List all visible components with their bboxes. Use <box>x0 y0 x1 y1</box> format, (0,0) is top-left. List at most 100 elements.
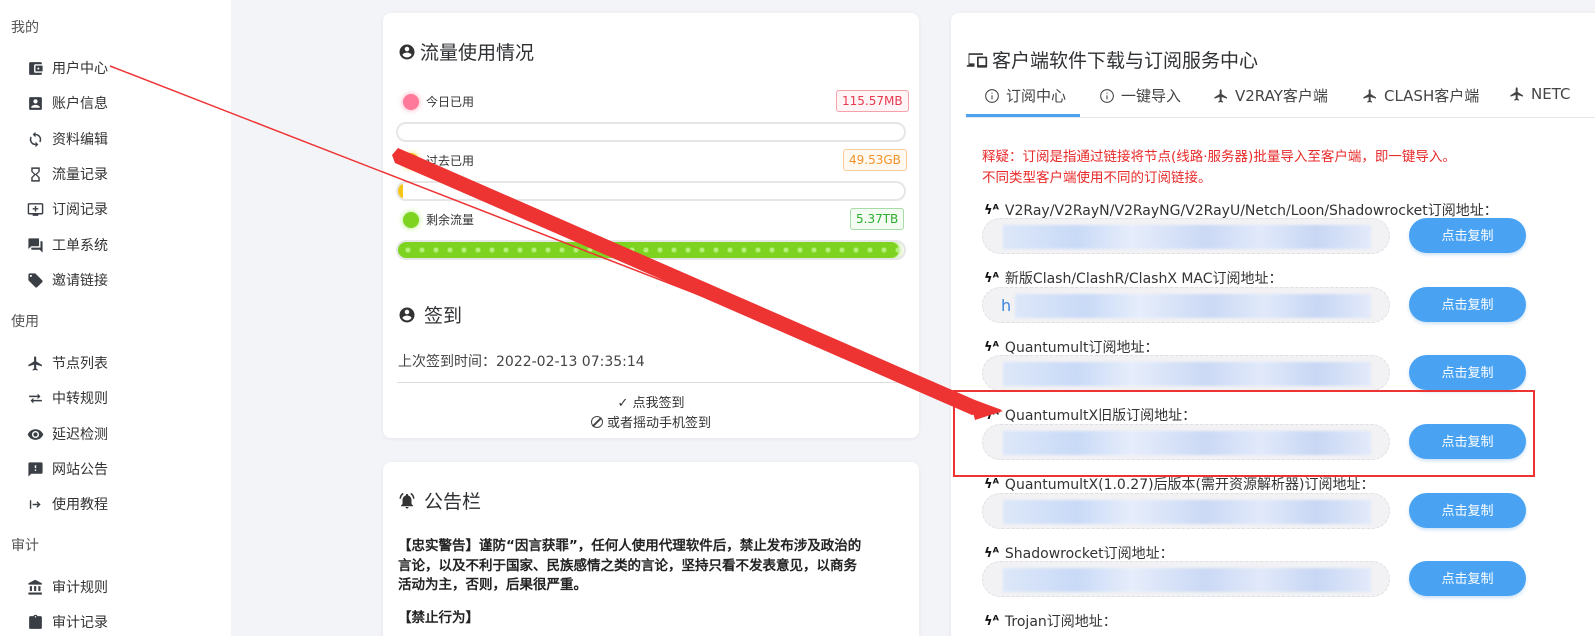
alert-box-icon <box>26 460 44 478</box>
flash-auto-icon: ϟᴬ <box>984 613 999 629</box>
tab-one-click-import[interactable]: 一键导入 <box>1099 85 1181 106</box>
subscription-url-input[interactable] <box>982 355 1390 391</box>
remaining-label: 剩余流量 <box>426 213 475 227</box>
tab-label: 一键导入 <box>1121 87 1182 105</box>
past-dot <box>403 152 419 169</box>
traffic-title: 流量使用情况 <box>398 38 534 65</box>
sidebar-item-label: 审计记录 <box>52 615 108 631</box>
clipboard-icon <box>26 613 44 631</box>
copy-button[interactable]: 点击复制 <box>1409 561 1526 596</box>
subscription-url-input[interactable] <box>982 218 1390 254</box>
airplane-icon <box>1510 87 1523 101</box>
flash-auto-icon: ϟᴬ <box>984 476 999 492</box>
tab-subscription-center[interactable]: 订阅中心 <box>984 85 1066 106</box>
sidebar-item-label: 用户中心 <box>52 61 108 77</box>
sidebar-section-use: 使用 <box>11 314 39 330</box>
sidebar-item-tutorial[interactable]: 使用教程 <box>26 492 108 516</box>
copy-button[interactable]: 点击复制 <box>1409 355 1526 390</box>
subscription-label-quantumult: ϟᴬ Quantumult订阅地址： <box>984 337 1159 357</box>
subscription-url-input[interactable]: h <box>982 287 1390 323</box>
copy-button[interactable]: 点击复制 <box>1409 493 1526 528</box>
sidebar-item-label: 延迟检测 <box>52 427 108 443</box>
subscription-label-v2ray: ϟᴬ V2Ray/V2RayN/V2RayNG/V2RayU/Netch/Loon… <box>984 200 1498 220</box>
remaining-progress-bar <box>396 240 906 260</box>
flash-auto-icon: ϟᴬ <box>984 545 999 561</box>
airplane-icon <box>26 354 44 372</box>
past-value-badge: 49.53GB <box>843 149 907 171</box>
flash-auto-icon: ϟᴬ <box>984 202 999 218</box>
tab-label: V2RAY客户端 <box>1235 87 1328 105</box>
sidebar-item-ticket-system[interactable]: 工单系统 <box>26 233 108 257</box>
notice-warning-line: 活动为主，否则，后果很严重。 <box>398 577 587 593</box>
today-value-badge: 115.57MB <box>836 90 909 112</box>
sidebar-item-account-info[interactable]: 账户信息 <box>26 91 108 115</box>
sidebar-item-profile-edit[interactable]: 资料编辑 <box>26 127 108 151</box>
subscription-label-text: QuantumultX(1.0.27)后版本(需开资源解析器)订阅地址： <box>1004 477 1375 493</box>
chat-icon <box>26 236 44 254</box>
subscription-url-input[interactable] <box>982 561 1390 597</box>
copy-button[interactable]: 点击复制 <box>1409 287 1526 322</box>
sidebar-item-label: 账户信息 <box>52 96 108 112</box>
traffic-past-row: 过去已用 <box>403 152 474 169</box>
today-label: 今日已用 <box>426 95 475 109</box>
sidebar-item-relay-rules[interactable]: 中转规则 <box>26 386 108 410</box>
remaining-progress-fill <box>398 242 899 258</box>
sidebar-item-node-list[interactable]: 节点列表 <box>26 351 108 375</box>
notice-title-text: 公告栏 <box>424 491 482 513</box>
tab-bar-divider <box>966 117 1595 118</box>
notice-forbidden-heading: 【禁止行为】 <box>398 610 479 626</box>
subscription-label-text: Trojan订阅地址： <box>1004 614 1117 630</box>
sidebar-item-label: 资料编辑 <box>52 132 108 148</box>
remaining-value-badge: 5.37TB <box>850 208 905 230</box>
checkin-button[interactable]: ✓ 点我签到 <box>383 392 919 411</box>
subscription-label-text: Quantumult订阅地址： <box>1004 340 1159 356</box>
today-dot <box>403 93 419 110</box>
tab-v2ray-client[interactable]: V2RAY客户端 <box>1213 85 1328 106</box>
annotation-highlight-box <box>953 390 1535 477</box>
tab-label: 订阅中心 <box>1006 87 1067 105</box>
subscription-label-quantumultx-new: ϟᴬ QuantumultX(1.0.27)后版本(需开资源解析器)订阅地址： <box>984 474 1375 494</box>
account-circle-icon <box>399 44 415 59</box>
past-label: 过去已用 <box>426 154 475 168</box>
copy-button[interactable]: 点击复制 <box>1409 218 1526 253</box>
sidebar-item-label: 邀请链接 <box>52 273 108 289</box>
flash-auto-icon: ϟᴬ <box>984 270 999 286</box>
remaining-dot <box>403 211 419 228</box>
sidebar-item-subscription-log[interactable]: 订阅记录 <box>26 197 108 221</box>
sidebar-item-label: 节点列表 <box>52 356 108 372</box>
info-icon <box>1100 88 1114 103</box>
subscription-explain-line1: 释疑：订阅是指通过链接将节点(线路·服务器)批量导入至客户端，即一键导入。 <box>982 149 1456 165</box>
airplane-icon <box>1363 88 1376 103</box>
client-title: 客户端软件下载与订阅服务中心 <box>966 46 1258 73</box>
tab-clash-client[interactable]: CLASH客户端 <box>1362 85 1479 106</box>
sidebar-item-label: 网站公告 <box>52 462 108 478</box>
subscription-label-text: V2Ray/V2RayN/V2RayNG/V2RayU/Netch/Loon/S… <box>1004 203 1498 219</box>
sidebar-item-label: 使用教程 <box>52 497 108 513</box>
subscription-url-input[interactable] <box>982 493 1390 529</box>
sidebar-item-traffic-log[interactable]: 流量记录 <box>26 162 108 186</box>
sidebar-item-invite-link[interactable]: 邀请链接 <box>26 268 108 292</box>
past-progress-bar <box>396 181 906 201</box>
traffic-remaining-row: 剩余流量 <box>403 211 474 228</box>
eye-icon <box>26 425 44 443</box>
tag-icon <box>26 271 44 289</box>
bank-icon <box>26 578 44 596</box>
sidebar-item-label: 中转规则 <box>52 391 108 407</box>
sidebar-section-mine: 我的 <box>11 20 39 36</box>
tab-label: NETC <box>1531 85 1571 103</box>
sidebar-item-audit-log[interactable]: 审计记录 <box>26 610 108 634</box>
notice-warning-line: 言论，以及不利于国家、民族感情之类的言论，坚持只看不发表意见，以商务 <box>398 557 857 574</box>
checkin-title: 签到 <box>398 301 462 328</box>
sidebar-item-latency-test[interactable]: 延迟检测 <box>26 422 108 446</box>
sidebar-item-user-center[interactable]: 用户中心 <box>26 56 108 80</box>
sidebar-item-label: 流量记录 <box>52 167 108 183</box>
sidebar-item-audit-rules[interactable]: 审计规则 <box>26 575 108 599</box>
subscription-label-shadowrocket: ϟᴬ Shadowrocket订阅地址： <box>984 543 1174 563</box>
subscription-label-text: 新版Clash/ClashR/ClashX MAC订阅地址： <box>1004 271 1283 287</box>
account-box-icon <box>26 94 44 112</box>
sidebar-item-site-notice[interactable]: 网站公告 <box>26 457 108 481</box>
flash-auto-icon: ϟᴬ <box>984 339 999 355</box>
sidebar-item-label: 审计规则 <box>52 580 108 596</box>
tab-netch-client[interactable]: NETC <box>1509 85 1570 103</box>
subscription-explain-line2: 不同类型客户端使用不同的订阅链接。 <box>982 170 1212 186</box>
